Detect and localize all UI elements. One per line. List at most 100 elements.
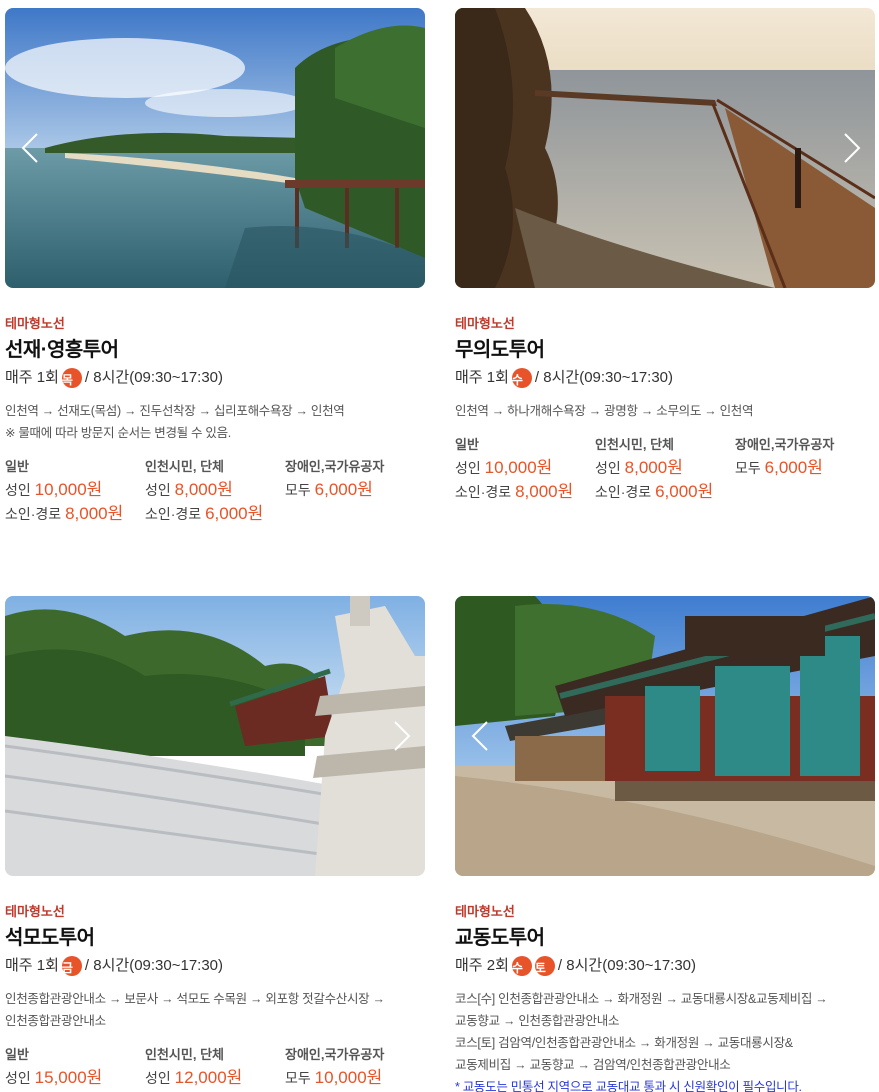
- price-col-general: 일반 성인 10,000원 소인·경로 8,000원: [455, 434, 595, 504]
- route-info: 인천역 → 선재도(목섬) → 진두선착장 → 십리포해수욕장 → 인천역 ※ …: [5, 400, 425, 444]
- price-label: 소인·경로: [5, 506, 62, 522]
- day-badge: 토: [534, 956, 555, 976]
- price-amount: 6,000원: [205, 504, 264, 523]
- price-heading: 일반: [5, 1047, 29, 1062]
- price-label: 성인: [145, 1070, 171, 1086]
- tour-card-muui: 테마형노선 무의도투어 매주 1회 수 / 8시간(09:30~17:30) 인…: [455, 8, 875, 504]
- chevron-left-icon: [471, 721, 488, 751]
- price-amount: 6,000원: [314, 480, 373, 499]
- prev-slide-button[interactable]: [17, 128, 43, 168]
- chevron-right-icon: [394, 721, 411, 751]
- route-line: 교동제비집 → 교동향교 → 검암역/인천종합관광안내소: [455, 1058, 731, 1072]
- price-label: 모두: [735, 460, 761, 476]
- price-amount: 10,000원: [314, 1068, 383, 1087]
- tour-photo-hyanggyo: [455, 596, 875, 876]
- chevron-right-icon: [844, 133, 861, 163]
- price-table: 일반 성인 10,000원 소인·경로 8,000원 인천시민, 단체 성인 8…: [5, 456, 425, 526]
- price-label: 성인: [5, 1070, 31, 1086]
- hyanggyo-photo: [455, 596, 875, 876]
- route-line: 코스[수] 인천종합관광안내소 → 화개정원 → 교동대룡시장&교동제비집 →: [455, 992, 828, 1006]
- price-col-citizen: 인천시민, 단체 성인 12,000원: [145, 1044, 285, 1090]
- tour-photo-bridge: [455, 8, 875, 288]
- day-badge: 금: [61, 956, 82, 976]
- price-label: 성인: [5, 482, 31, 498]
- route-line: 교동향교 → 인천종합관광안내소: [455, 1014, 620, 1028]
- price-heading: 일반: [455, 437, 479, 452]
- duration: / 8시간(09:30~17:30): [84, 369, 224, 386]
- price-heading: 장애인,국가유공자: [285, 459, 385, 474]
- price-label: 성인: [455, 460, 481, 476]
- price-amount: 6,000원: [655, 482, 714, 501]
- route-note: ※ 물때에 따라 방문지 순서는 변경될 수 있음.: [5, 426, 231, 440]
- price-heading: 장애인,국가유공자: [735, 437, 835, 452]
- schedule: 매주 1회 목 / 8시간(09:30~17:30): [5, 366, 425, 390]
- price-amount: 8,000원: [65, 504, 124, 523]
- tour-title: 석모도투어: [5, 927, 95, 949]
- price-amount: 12,000원: [174, 1068, 243, 1087]
- duration: / 8시간(09:30~17:30): [557, 957, 697, 974]
- theme-label: 테마형노선: [5, 316, 65, 331]
- prev-slide-button[interactable]: [467, 716, 493, 756]
- price-amount: 10,000원: [34, 480, 103, 499]
- price-col-general: 일반 성인 10,000원 소인·경로 8,000원: [5, 456, 145, 526]
- next-slide-button[interactable]: [389, 716, 415, 756]
- bridge-photo: [455, 8, 875, 288]
- price-col-disabled: 장애인,국가유공자 모두 6,000원: [285, 456, 425, 526]
- price-table: 일반 성인 10,000원 소인·경로 8,000원 인천시민, 단체 성인 8…: [455, 434, 875, 504]
- price-label: 소인·경로: [455, 484, 512, 500]
- theme-label: 테마형노선: [5, 904, 65, 919]
- theme-label: 테마형노선: [455, 904, 515, 919]
- route-line: 코스[토] 검암역/인천종합관광안내소 → 화개정원 → 교동대룡시장&: [455, 1036, 793, 1050]
- route-line: 인천종합관광안내소: [5, 1014, 106, 1028]
- day-badge: 수: [511, 368, 532, 388]
- frequency: 매주 1회: [5, 957, 59, 974]
- price-col-citizen: 인천시민, 단체 성인 8,000원 소인·경로 6,000원: [595, 434, 735, 504]
- route-info: 코스[수] 인천종합관광안내소 → 화개정원 → 교동대룡시장&교동제비집 → …: [455, 988, 875, 1092]
- tour-card-seokmo: 테마형노선 석모도투어 매주 1회 금 / 8시간(09:30~17:30) 인…: [5, 596, 425, 1090]
- route-info: 인천역 → 하나개해수욕장 → 광명항 → 소무의도 → 인천역: [455, 400, 875, 422]
- price-col-general: 일반 성인 15,000원: [5, 1044, 145, 1090]
- route-line: 인천역 → 선재도(목섬) → 진두선착장 → 십리포해수욕장 → 인천역: [5, 404, 345, 418]
- tour-title: 교동도투어: [455, 927, 545, 949]
- frequency: 매주 1회: [5, 369, 59, 386]
- price-amount: 6,000원: [764, 458, 823, 477]
- theme-label: 테마형노선: [455, 316, 515, 331]
- duration: / 8시간(09:30~17:30): [84, 957, 224, 974]
- price-heading: 인천시민, 단체: [145, 1047, 224, 1062]
- price-amount: 8,000원: [174, 480, 233, 499]
- duration: / 8시간(09:30~17:30): [534, 369, 674, 386]
- price-heading: 인천시민, 단체: [595, 437, 674, 452]
- tour-card-seonjae: 테마형노선 선재·영흥투어 매주 1회 목 / 8시간(09:30~17:30)…: [5, 8, 425, 526]
- price-heading: 일반: [5, 459, 29, 474]
- tour-title: 선재·영흥투어: [5, 339, 119, 361]
- schedule: 매주 2회 수 토 / 8시간(09:30~17:30): [455, 954, 875, 978]
- chevron-left-icon: [21, 133, 38, 163]
- next-slide-button[interactable]: [839, 128, 865, 168]
- day-badge: 목: [61, 368, 82, 388]
- beach-photo: [5, 8, 425, 288]
- price-amount: 8,000원: [515, 482, 574, 501]
- route-line: 인천종합관광안내소 → 보문사 → 석모도 수목원 → 외포항 젓갈수산시장 →: [5, 992, 385, 1006]
- price-label: 모두: [285, 482, 311, 498]
- tour-title: 무의도투어: [455, 339, 545, 361]
- price-heading: 장애인,국가유공자: [285, 1047, 385, 1062]
- price-amount: 10,000원: [484, 458, 553, 477]
- schedule: 매주 1회 수 / 8시간(09:30~17:30): [455, 366, 875, 390]
- frequency: 매주 2회: [455, 957, 509, 974]
- route-info: 인천종합관광안내소 → 보문사 → 석모도 수목원 → 외포항 젓갈수산시장 →…: [5, 988, 425, 1032]
- price-label: 소인·경로: [145, 506, 202, 522]
- price-amount: 8,000원: [624, 458, 683, 477]
- price-amount: 15,000원: [34, 1068, 103, 1087]
- price-label: 모두: [285, 1070, 311, 1086]
- day-badge: 수: [511, 956, 532, 976]
- temple-photo: [5, 596, 425, 876]
- tour-photo-beach: [5, 8, 425, 288]
- price-col-disabled: 장애인,국가유공자 모두 10,000원: [285, 1044, 425, 1090]
- route-note: * 교동도는 민통선 지역으로 교동대교 통과 시 신원확인이 필수입니다.: [455, 1080, 802, 1092]
- price-table: 일반 성인 15,000원 인천시민, 단체 성인 12,000원 장애인,국가…: [5, 1044, 425, 1090]
- tour-card-gyodong: 테마형노선 교동도투어 매주 2회 수 토 / 8시간(09:30~17:30)…: [455, 596, 875, 1092]
- price-label: 소인·경로: [595, 484, 652, 500]
- route-line: 인천역 → 하나개해수욕장 → 광명항 → 소무의도 → 인천역: [455, 404, 754, 418]
- tour-photo-temple: [5, 596, 425, 876]
- price-col-disabled: 장애인,국가유공자 모두 6,000원: [735, 434, 875, 504]
